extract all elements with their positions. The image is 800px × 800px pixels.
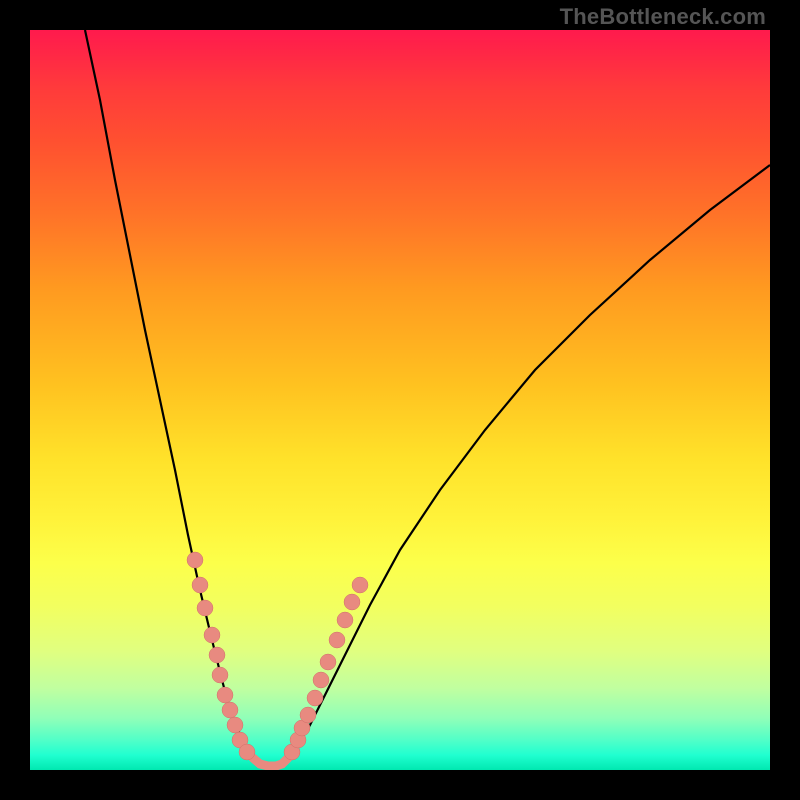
marker-dot (217, 687, 233, 703)
marker-dot (187, 552, 203, 568)
marker-dot (212, 667, 228, 683)
chart-container: TheBottleneck.com (0, 0, 800, 800)
marker-dot (300, 707, 316, 723)
marker-dot (209, 647, 225, 663)
marker-dot (227, 717, 243, 733)
marker-dot (329, 632, 345, 648)
dots-left-group (187, 552, 255, 760)
marker-dot (222, 702, 238, 718)
marker-dot (320, 654, 336, 670)
curve-svg (30, 30, 770, 770)
marker-dot (352, 577, 368, 593)
right-curve (288, 165, 770, 758)
marker-dot (197, 600, 213, 616)
marker-dot (344, 594, 360, 610)
marker-dot (239, 744, 255, 760)
bottom-marker-trace (253, 758, 288, 766)
marker-dot (337, 612, 353, 628)
marker-dot (192, 577, 208, 593)
watermark-text: TheBottleneck.com (560, 4, 766, 30)
plot-area (30, 30, 770, 770)
marker-dot (307, 690, 323, 706)
dots-right-group (284, 577, 368, 760)
marker-dot (313, 672, 329, 688)
marker-dot (204, 627, 220, 643)
left-curve (85, 30, 253, 758)
